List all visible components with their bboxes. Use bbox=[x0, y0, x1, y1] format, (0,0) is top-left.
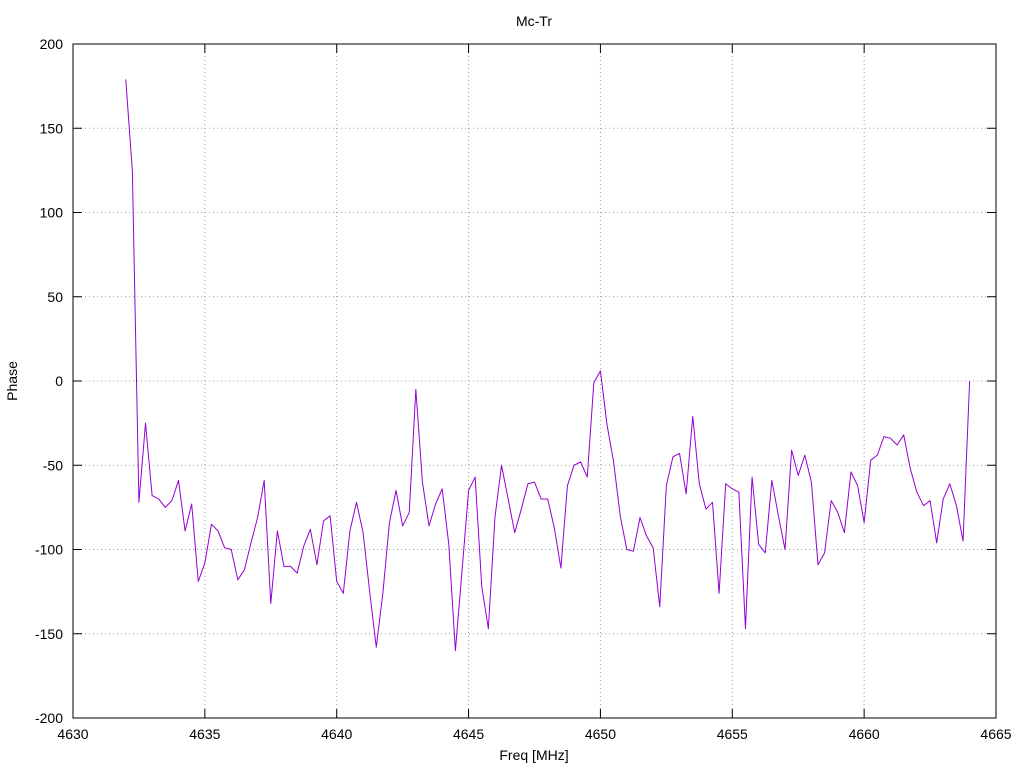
x-tick-label: 4665 bbox=[980, 726, 1011, 742]
x-tick-label: 4640 bbox=[321, 726, 352, 742]
x-tick-label: 4630 bbox=[57, 726, 88, 742]
phase-series-line bbox=[125, 79, 971, 652]
x-tick-label: 4635 bbox=[189, 726, 220, 742]
y-tick-label: 100 bbox=[40, 205, 64, 221]
phase-line-chart: 4630 4635 4640 4645 4650 4655 4660 4665 -200 -15… bbox=[4, 13, 1012, 763]
x-tick-label: 4655 bbox=[717, 726, 748, 742]
x-tick-label: 4660 bbox=[849, 726, 880, 742]
x-tick-label: 4645 bbox=[453, 726, 484, 742]
y-tick-label: 200 bbox=[40, 36, 64, 52]
y-tick-label: 0 bbox=[55, 373, 63, 389]
x-axis-label: Freq [MHz] bbox=[499, 747, 568, 763]
x-tick-labels: 4630 4635 4640 4645 4650 4655 4660 4665 bbox=[57, 726, 1011, 742]
y-tick-label: -150 bbox=[35, 626, 63, 642]
y-tick-label: -200 bbox=[35, 710, 63, 726]
y-tick-label: 150 bbox=[40, 120, 64, 136]
y-tick-label: 50 bbox=[47, 289, 63, 305]
y-axis-label: Phase bbox=[4, 361, 20, 401]
series-group bbox=[125, 79, 971, 652]
chart-title: Mc-Tr bbox=[516, 13, 552, 29]
y-tick-labels: -200 -150 -100 -50 0 50 100 150 200 bbox=[35, 36, 63, 726]
y-tick-label: -100 bbox=[35, 542, 63, 558]
grid-lines bbox=[73, 44, 996, 718]
y-tick-label: -50 bbox=[43, 457, 63, 473]
x-tick-label: 4650 bbox=[585, 726, 616, 742]
